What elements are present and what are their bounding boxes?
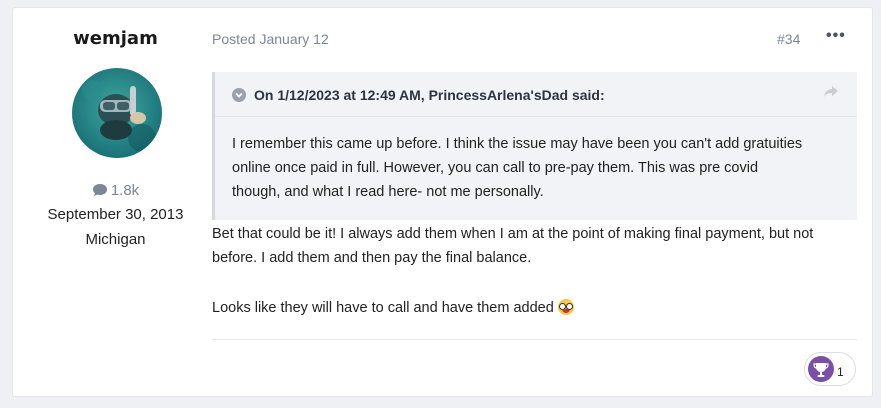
comment-icon [92,183,108,201]
post-date[interactable]: Posted January 12 [212,31,329,47]
more-options-button[interactable]: ••• [826,27,846,45]
quote-body: I remember this came up before. I think … [232,132,842,204]
goofy-face-emoji-icon [557,299,574,315]
reply-paragraph: Looks like they will have to call and ha… [212,296,862,320]
reply-paragraph: Bet that could be it! I always add them … [212,222,862,270]
reaction-button[interactable]: 1 [804,352,856,386]
post-count-value: 1.8k [110,182,140,199]
quote-line: I remember this came up before. I think … [232,136,803,152]
avatar[interactable] [72,68,162,158]
reply-line: Bet that could be it! I always add them … [212,226,814,242]
post-count: 1.8k [13,182,218,201]
divider [212,339,857,340]
quote-block: On 1/12/2023 at 12:49 AM, PrincessArlena… [212,72,857,220]
post-number[interactable]: #34 [777,31,800,47]
quote-citation: On 1/12/2023 at 12:49 AM, PrincessArlena… [254,87,605,103]
chevron-down-icon[interactable] [232,88,246,102]
author-name[interactable]: wemjam [13,28,218,49]
reaction-count: 1 [837,365,844,379]
reply-line: Looks like they will have to call and ha… [212,300,554,316]
forum-post: wemjam 1.8k September 30, 2013 Michigan … [12,7,873,397]
quote-header[interactable]: On 1/12/2023 at 12:49 AM, PrincessArlena… [215,72,857,117]
share-arrow-icon[interactable] [822,84,840,105]
reply-line: before. I add them and then pay the fina… [212,250,532,266]
post-content: Bet that could be it! I always add them … [212,222,862,346]
trophy-icon [808,356,834,382]
joined-date: September 30, 2013 [47,206,184,223]
quote-line: though, and what I read here- not me per… [232,184,544,200]
location: Michigan [85,231,146,248]
quote-line: online once paid in full. However, you c… [232,160,759,176]
